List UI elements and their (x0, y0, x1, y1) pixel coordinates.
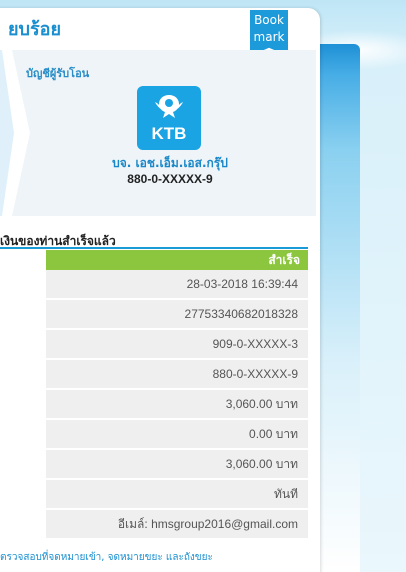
value-row-schedule: ทันที (46, 480, 308, 509)
value-row-reference: 27753340682018328 (46, 300, 308, 329)
bird-emblem-icon (155, 95, 183, 118)
value-row-email: อีเมล์: hmsgroup2016@gmail.com (46, 510, 308, 539)
value-row-datetime: 28-03-2018 16:39:44 (46, 270, 308, 299)
value-row-to-account: 880-0-XXXXX-9 (46, 360, 308, 389)
recipient-name: บจ. เอช.เอ็ม.เอส.กรุ๊ป (112, 156, 228, 170)
bank-logo-text: KTB (151, 124, 187, 143)
recipient-label: บัญชีผู้รับโอน (26, 67, 90, 80)
ktb-logo-icon: KTB (137, 86, 201, 150)
page-title: ยบร้อย (8, 19, 61, 40)
value-row-amount: 3,060.00 บาท (46, 390, 308, 419)
status-badge: สำเร็จ (46, 250, 308, 270)
section-divider (0, 247, 308, 249)
check-mailbox-link[interactable]: ตรวจสอบที่จดหมายเข้า, จดหมายขยะ และถังขย… (0, 550, 213, 565)
recipient-account: 880-0-XXXXX-9 (127, 172, 213, 186)
value-row-from-account: 909-0-XXXXX-3 (46, 330, 308, 359)
value-row-total: 3,060.00 บาท (46, 450, 308, 479)
value-row-fee: 0.00 บาท (46, 420, 308, 449)
